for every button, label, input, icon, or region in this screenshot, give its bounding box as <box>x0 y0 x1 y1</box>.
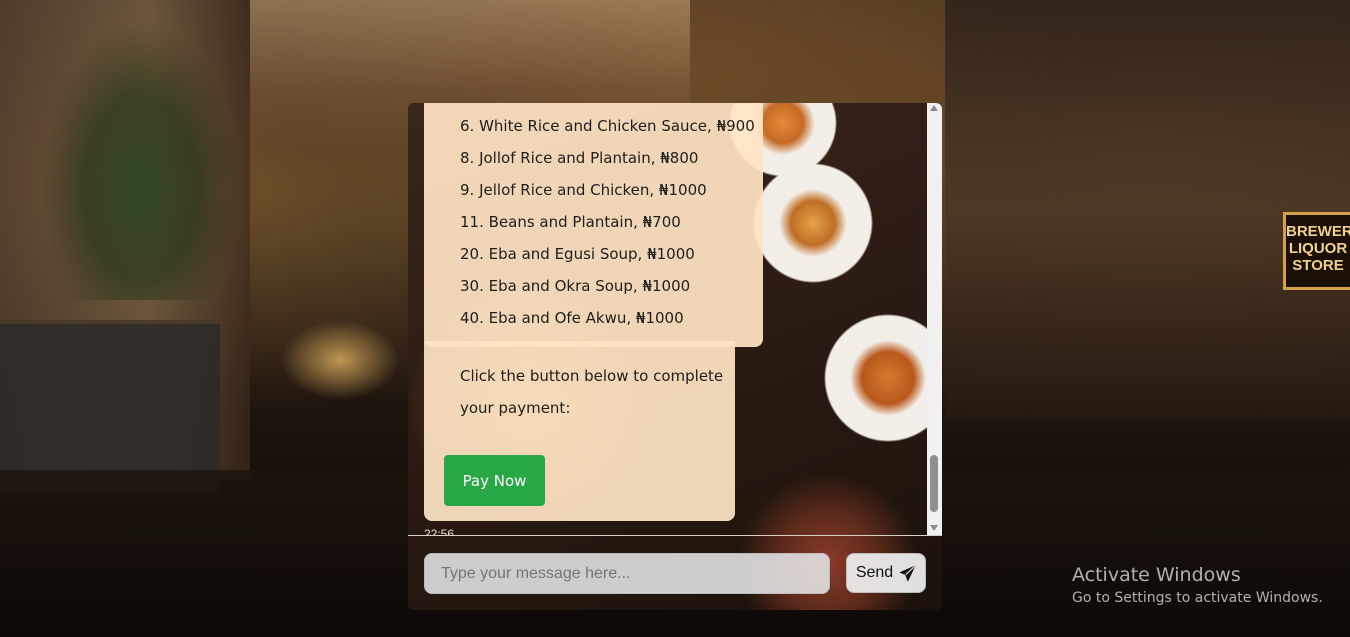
background-sign: BREWERY LIQUOR STORE <box>1283 212 1350 290</box>
watermark-title: Activate Windows <box>1072 564 1241 586</box>
send-button[interactable]: Send <box>846 553 926 593</box>
background-bar <box>945 0 1350 420</box>
menu-item: 6. White Rice and Chicken Sauce, ₦900 <box>460 117 755 135</box>
background-plant <box>40 20 240 300</box>
menu-item: 8. Jollof Rice and Plantain, ₦800 <box>460 149 699 167</box>
pay-now-button[interactable]: Pay Now <box>444 455 545 506</box>
scroll-down-arrow-icon[interactable] <box>930 525 938 531</box>
message-list[interactable]: 6. White Rice and Chicken Sauce, ₦900 8.… <box>408 103 927 535</box>
paper-plane-icon <box>900 565 916 581</box>
background-lights <box>280 320 400 400</box>
menu-item: 40. Eba and Ofe Akwu, ₦1000 <box>460 309 684 327</box>
message-scrollbar[interactable] <box>927 103 942 535</box>
windows-activation-watermark: Activate Windows Go to Settings to activ… <box>1072 564 1323 606</box>
chat-window: 6. White Rice and Chicken Sauce, ₦900 8.… <box>408 103 942 610</box>
message-input-bar: Send <box>408 536 942 610</box>
scrollbar-thumb[interactable] <box>930 455 938 512</box>
menu-item: 20. Eba and Egusi Soup, ₦1000 <box>460 245 695 263</box>
message-input[interactable] <box>424 553 830 594</box>
watermark-subtitle: Go to Settings to activate Windows. <box>1072 590 1323 606</box>
menu-item: 30. Eba and Okra Soup, ₦1000 <box>460 277 691 295</box>
background-chalkboard <box>0 320 220 494</box>
message-timestamp: 22:56 <box>424 527 455 535</box>
menu-message-bubble: 6. White Rice and Chicken Sauce, ₦900 8.… <box>424 103 763 347</box>
menu-item: 9. Jellof Rice and Chicken, ₦1000 <box>460 181 707 199</box>
send-button-label: Send <box>855 564 894 581</box>
payment-prompt-text: Click the button below to complete <box>460 367 724 385</box>
menu-item: 11. Beans and Plantain, ₦700 <box>460 213 681 231</box>
payment-prompt-text: your payment: <box>460 399 571 417</box>
scroll-up-arrow-icon[interactable] <box>930 105 938 111</box>
